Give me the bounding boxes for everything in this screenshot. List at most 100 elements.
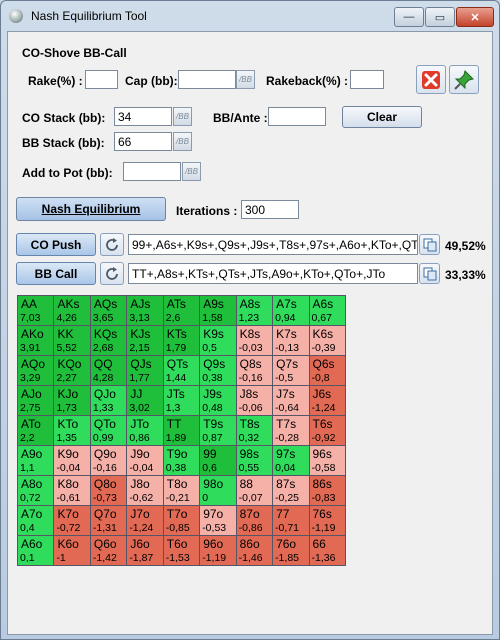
hand-cell-97o[interactable]: 97o -0,53 <box>200 506 237 536</box>
hand-cell-aqo[interactable]: AQo 3,29 <box>18 356 55 386</box>
hand-cell-t6o[interactable]: T6o -1,53 <box>163 536 201 566</box>
delete-button[interactable] <box>416 65 446 94</box>
hand-cell-j9o[interactable]: J9o -0,04 <box>127 446 164 476</box>
bb-stack-input[interactable]: 66 <box>114 132 172 151</box>
hand-cell-qjs[interactable]: QJs 1,77 <box>127 356 164 386</box>
hand-cell-kjo[interactable]: KJo 1,73 <box>54 386 91 416</box>
hand-cell-q9o[interactable]: Q9o -0,16 <box>90 446 128 476</box>
hand-cell-t8o[interactable]: T8o -0,21 <box>163 476 201 506</box>
hand-cell-qts[interactable]: QTs 1,44 <box>163 356 201 386</box>
add-to-pot-input[interactable] <box>123 162 181 181</box>
hand-cell-66[interactable]: 66 -1,36 <box>309 536 346 566</box>
hand-cell-aks[interactable]: AKs 4,26 <box>54 296 91 326</box>
hand-cell-k9o[interactable]: K9o -0,04 <box>54 446 91 476</box>
hand-cell-87o[interactable]: 87o -0,86 <box>236 506 274 536</box>
hand-cell-a9o[interactable]: A9o 1,1 <box>18 446 55 476</box>
hand-cell-76o[interactable]: 76o -1,85 <box>273 536 310 566</box>
hand-cell-q9s[interactable]: Q9s 0,38 <box>200 356 237 386</box>
bb-ante-input[interactable] <box>268 107 326 126</box>
co-push-copy-button[interactable] <box>419 234 440 255</box>
close-window-button[interactable]: ✕ <box>456 7 494 27</box>
hand-cell-kk[interactable]: KK 5,52 <box>54 326 91 356</box>
hand-cell-a7s[interactable]: A7s 0,94 <box>273 296 310 326</box>
hand-cell-j8s[interactable]: J8s -0,06 <box>236 386 274 416</box>
bb-call-range-input[interactable]: TT+,A8s+,KTs+,QTs+,JTs,A9o+,KTo+,QTo+,JT… <box>128 263 418 284</box>
hand-cell-ato[interactable]: ATo 2,2 <box>18 416 55 446</box>
hand-cell-k7s[interactable]: K7s -0,13 <box>273 326 310 356</box>
hand-cell-ako[interactable]: AKo 3,91 <box>18 326 55 356</box>
hand-cell-qto[interactable]: QTo 0,99 <box>90 416 128 446</box>
co-push-range-input[interactable]: 99+,A6s+,K9s+,Q9s+,J9s+,T8s+,97s+,A6o+,K… <box>128 234 418 255</box>
hand-cell-q8s[interactable]: Q8s -0,16 <box>236 356 274 386</box>
hand-cell-kto[interactable]: KTo 1,35 <box>54 416 91 446</box>
hand-cell-kts[interactable]: KTs 1,79 <box>163 326 201 356</box>
hand-cell-a9s[interactable]: A9s 1,58 <box>200 296 237 326</box>
hand-cell-98s[interactable]: 98s 0,55 <box>236 446 274 476</box>
minimize-button[interactable]: — <box>394 7 424 27</box>
hand-cell-j9s[interactable]: J9s 0,48 <box>200 386 237 416</box>
hand-cell-jto[interactable]: JTo 0,86 <box>127 416 164 446</box>
hand-cell-jts[interactable]: JTs 1,3 <box>163 386 201 416</box>
hand-cell-a6o[interactable]: A6o 0,1 <box>18 536 55 566</box>
rakeback-input[interactable] <box>350 70 384 89</box>
hand-cell-q6s[interactable]: Q6s -0,8 <box>309 356 346 386</box>
hand-cell-a8o[interactable]: A8o 0,72 <box>18 476 55 506</box>
maximize-button[interactable]: ▭ <box>425 7 455 27</box>
hand-cell-j7o[interactable]: J7o -1,24 <box>127 506 164 536</box>
hand-cell-ajo[interactable]: AJo 2,75 <box>18 386 55 416</box>
bb-call-refresh-button[interactable] <box>100 262 124 285</box>
hand-cell-87s[interactable]: 87s -0,25 <box>273 476 310 506</box>
hand-cell-kqs[interactable]: KQs 2,68 <box>90 326 128 356</box>
hand-cell-ajs[interactable]: AJs 3,13 <box>127 296 164 326</box>
hand-cell-j8o[interactable]: J8o -0,62 <box>127 476 164 506</box>
hand-cell-q7s[interactable]: Q7s -0,5 <box>273 356 310 386</box>
hand-cell-96s[interactable]: 96s -0,58 <box>309 446 346 476</box>
co-push-refresh-button[interactable] <box>100 233 124 256</box>
hand-cell-98o[interactable]: 98o 0 <box>200 476 237 506</box>
hand-cell-j6s[interactable]: J6s -1,24 <box>309 386 346 416</box>
hand-cell-t7s[interactable]: T7s -0,28 <box>273 416 310 446</box>
co-stack-input[interactable]: 34 <box>114 107 172 126</box>
hand-cell-jj[interactable]: JJ 3,02 <box>127 386 164 416</box>
hand-cell-99[interactable]: 99 0,6 <box>200 446 237 476</box>
hand-cell-k8s[interactable]: K8s -0,03 <box>236 326 274 356</box>
hand-cell-q7o[interactable]: Q7o -1,31 <box>90 506 128 536</box>
hand-cell-ats[interactable]: ATs 2,6 <box>163 296 201 326</box>
hand-cell-t6s[interactable]: T6s -0,92 <box>309 416 346 446</box>
hand-cell-97s[interactable]: 97s 0,04 <box>273 446 310 476</box>
hand-cell-t8s[interactable]: T8s 0,32 <box>236 416 274 446</box>
nash-equilibrium-button[interactable]: Nash Equilibrium <box>16 197 166 221</box>
hand-cell-88[interactable]: 88 -0,07 <box>236 476 274 506</box>
co-stack-bb-button[interactable]: /BB <box>173 107 192 126</box>
hand-cell-k8o[interactable]: K8o -0,61 <box>54 476 91 506</box>
hand-cell-j7s[interactable]: J7s -0,64 <box>273 386 310 416</box>
cap-bb-button[interactable]: /BB <box>236 70 255 89</box>
hand-cell-86s[interactable]: 86s -0,83 <box>309 476 346 506</box>
pin-button[interactable] <box>449 65 479 94</box>
hand-cell-q8o[interactable]: Q8o -0,73 <box>90 476 128 506</box>
hand-cell-86o[interactable]: 86o -1,46 <box>236 536 274 566</box>
hand-cell-t7o[interactable]: T7o -0,85 <box>163 506 201 536</box>
hand-cell-qq[interactable]: QQ 4,28 <box>90 356 128 386</box>
bb-call-button[interactable]: BB Call <box>16 262 96 285</box>
bb-stack-bb-button[interactable]: /BB <box>173 132 192 151</box>
hand-cell-k6s[interactable]: K6s -0,39 <box>309 326 346 356</box>
co-push-button[interactable]: CO Push <box>16 233 96 256</box>
hand-cell-a6s[interactable]: A6s 0,67 <box>309 296 346 326</box>
hand-cell-96o[interactable]: 96o -1,19 <box>200 536 237 566</box>
hand-cell-q6o[interactable]: Q6o -1,42 <box>90 536 128 566</box>
bb-call-copy-button[interactable] <box>419 263 440 284</box>
hand-cell-kqo[interactable]: KQo 2,27 <box>54 356 91 386</box>
hand-cell-kjs[interactable]: KJs 2,15 <box>127 326 164 356</box>
cap-input[interactable] <box>178 70 236 89</box>
hand-cell-aqs[interactable]: AQs 3,65 <box>90 296 128 326</box>
hand-cell-76s[interactable]: 76s -1,19 <box>309 506 346 536</box>
hand-cell-j6o[interactable]: J6o -1,87 <box>127 536 164 566</box>
hand-cell-tt[interactable]: TT 1,89 <box>163 416 201 446</box>
clear-button[interactable]: Clear <box>342 106 422 128</box>
hand-cell-k9s[interactable]: K9s 0,5 <box>200 326 237 356</box>
hand-cell-k7o[interactable]: K7o -0,72 <box>54 506 91 536</box>
add-to-pot-bb-button[interactable]: /BB <box>182 162 201 181</box>
hand-cell-qjo[interactable]: QJo 1,33 <box>90 386 128 416</box>
hand-cell-t9o[interactable]: T9o 0,38 <box>163 446 201 476</box>
